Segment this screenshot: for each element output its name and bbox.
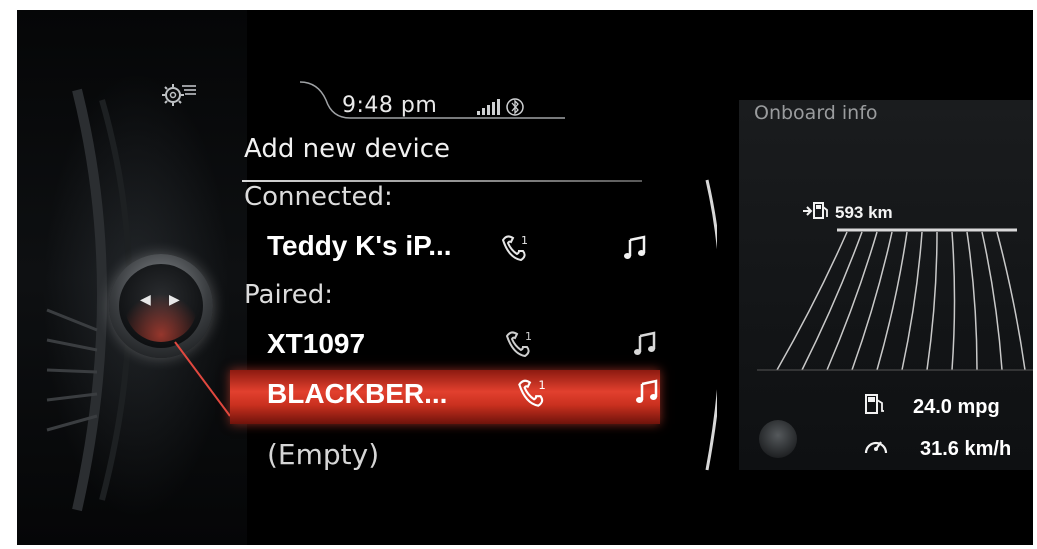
bluetooth-menu: Add new device Connected: Teddy K's iP..… xyxy=(17,10,717,545)
speedometer-icon xyxy=(864,441,888,454)
phone-1-icon: 1 xyxy=(518,378,546,407)
music-note-icon xyxy=(624,235,646,259)
music-note-icon xyxy=(634,331,656,355)
svg-text:1: 1 xyxy=(538,378,545,392)
idrive-screen: ◀ ▶ 9:48 pm Add new device Connected: Te… xyxy=(17,10,1033,545)
paired-header: Paired: xyxy=(244,280,334,310)
fuel-pump-icon xyxy=(865,394,884,414)
device-item-paired-selected[interactable]: BLACKBER... xyxy=(267,378,447,410)
add-new-device-item[interactable]: Add new device xyxy=(244,134,450,164)
connected-header: Connected: xyxy=(244,182,393,212)
phone-1-icon: 1 xyxy=(501,234,528,262)
onboard-info-title: Onboard info xyxy=(754,102,878,124)
device-item-paired[interactable]: XT1097 xyxy=(267,328,365,360)
music-note-icon xyxy=(636,379,658,403)
average-speed-value: 31.6 km/h xyxy=(920,438,1012,460)
svg-text:1: 1 xyxy=(521,234,528,247)
right-panel-knob xyxy=(759,420,797,458)
device-item-connected[interactable]: Teddy K's iP... xyxy=(267,230,452,262)
fuel-range-icon xyxy=(803,202,828,219)
device-item-empty[interactable]: (Empty) xyxy=(267,438,379,471)
phone-1-icon: 1 xyxy=(505,330,532,358)
road-graphic xyxy=(757,228,1033,371)
svg-text:1: 1 xyxy=(525,330,532,343)
fuel-economy-value: 24.0 mpg xyxy=(913,396,1000,418)
